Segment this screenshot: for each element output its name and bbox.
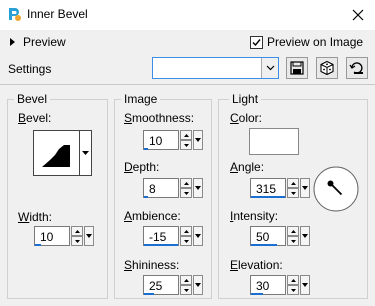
spin-up-icon[interactable] — [71, 226, 83, 236]
checkmark-icon — [252, 38, 261, 46]
spin-down-icon[interactable] — [287, 285, 299, 295]
preview-toggle[interactable]: Preview — [10, 33, 66, 51]
preview-on-image-label: Preview on Image — [267, 35, 364, 49]
chevron-down-icon — [82, 150, 89, 155]
save-preset-icon — [290, 61, 304, 75]
spin-down-icon[interactable] — [71, 236, 83, 246]
chevron-down-icon[interactable] — [261, 58, 278, 78]
intensity-label: Intensity: — [230, 209, 279, 223]
shininess-spinner[interactable]: 25 — [143, 275, 203, 295]
bevel-style-picker[interactable] — [33, 130, 80, 176]
ambience-label: Ambience: — [124, 209, 181, 223]
ambience-spinner[interactable]: -15 — [143, 226, 203, 246]
preset-dropdown[interactable] — [152, 57, 279, 79]
chevron-down-icon[interactable] — [300, 178, 310, 198]
spin-down-icon[interactable] — [180, 285, 192, 295]
checkbox-box[interactable] — [250, 35, 263, 49]
close-button[interactable] — [346, 3, 370, 27]
spin-down-icon[interactable] — [287, 236, 299, 246]
chevron-down-icon[interactable] — [300, 275, 310, 295]
depth-spinner[interactable]: 8 — [143, 178, 203, 198]
angle-dial[interactable] — [312, 165, 360, 213]
randomize-button[interactable] — [316, 57, 338, 79]
paintshop-icon — [6, 6, 22, 22]
angle-label: Angle: — [230, 160, 265, 174]
bevel-group-title: Bevel — [14, 92, 51, 106]
chevron-down-icon[interactable] — [193, 275, 203, 295]
spin-up-icon[interactable] — [287, 275, 299, 285]
window-title: Inner Bevel — [27, 7, 88, 21]
close-icon — [352, 9, 364, 21]
angle-input[interactable]: 315 — [250, 178, 286, 198]
width-label: Width: — [18, 210, 53, 224]
spin-up-icon[interactable] — [180, 226, 192, 236]
bevel-shape-icon — [42, 145, 70, 167]
elevation-input[interactable]: 30 — [250, 275, 286, 295]
settings-label: Settings — [8, 62, 52, 76]
chevron-down-icon[interactable] — [193, 226, 203, 246]
angle-spinner[interactable]: 315 — [250, 178, 310, 198]
save-preset-button[interactable] — [286, 57, 308, 79]
smoothness-spinner[interactable]: 10 — [143, 130, 203, 150]
spin-down-icon[interactable] — [180, 236, 192, 246]
expand-arrow-icon — [10, 38, 15, 46]
chevron-down-icon[interactable] — [84, 226, 94, 246]
ambience-input[interactable]: -15 — [143, 226, 179, 246]
angle-dial-icon — [313, 166, 359, 212]
depth-label: Depth: — [124, 160, 160, 174]
spin-down-icon[interactable] — [180, 188, 192, 198]
elevation-spinner[interactable]: 30 — [250, 275, 310, 295]
shininess-input[interactable]: 25 — [143, 275, 179, 295]
width-spinner[interactable]: 10 — [34, 226, 94, 246]
bevel-dropdown-button[interactable] — [80, 130, 92, 176]
elevation-label: Elevation: — [230, 258, 283, 272]
bevel-label: Bevel: — [18, 111, 52, 125]
chevron-down-icon[interactable] — [193, 178, 203, 198]
spin-up-icon[interactable] — [287, 226, 299, 236]
width-input[interactable]: 10 — [34, 226, 70, 246]
image-group-title: Image — [121, 92, 161, 106]
spin-up-icon[interactable] — [180, 275, 192, 285]
reset-button[interactable] — [346, 57, 368, 79]
chevron-down-icon[interactable] — [300, 226, 310, 246]
smoothness-label: Smoothness: — [124, 111, 195, 125]
preview-label: Preview — [23, 35, 66, 49]
intensity-input[interactable]: 50 — [250, 226, 286, 246]
shininess-label: Shininess: — [124, 258, 180, 272]
smoothness-input[interactable]: 10 — [143, 130, 179, 150]
depth-input[interactable]: 8 — [143, 178, 179, 198]
light-group-title: Light — [229, 92, 262, 106]
spin-up-icon[interactable] — [180, 130, 192, 140]
dice-icon — [320, 60, 334, 76]
light-color-swatch[interactable] — [249, 128, 299, 155]
spin-down-icon[interactable] — [180, 140, 192, 150]
spin-up-icon[interactable] — [180, 178, 192, 188]
divider — [0, 84, 375, 85]
intensity-spinner[interactable]: 50 — [250, 226, 310, 246]
bevel-group — [7, 99, 108, 299]
chevron-down-icon[interactable] — [193, 130, 203, 150]
reset-icon — [349, 62, 363, 74]
spin-down-icon[interactable] — [287, 188, 299, 198]
spin-up-icon[interactable] — [287, 178, 299, 188]
preview-on-image-checkbox[interactable]: Preview on Image — [250, 33, 363, 51]
color-label: Color: — [230, 111, 263, 125]
